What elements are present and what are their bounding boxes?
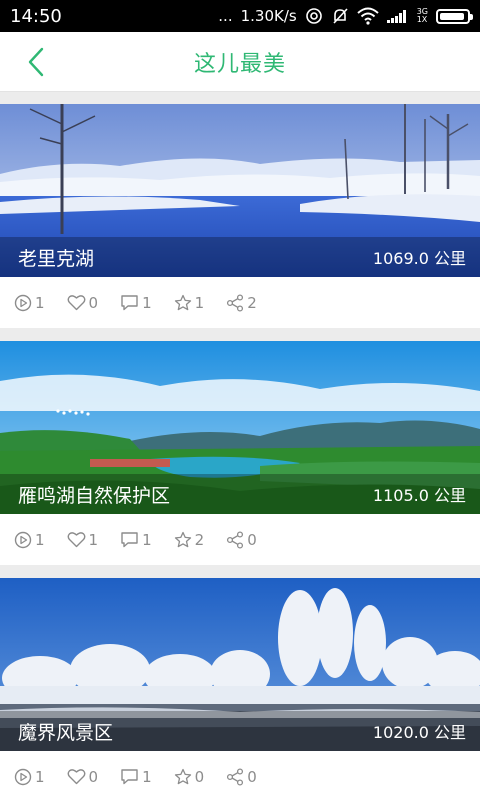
wifi-icon bbox=[357, 7, 379, 25]
status-time: 14:50 bbox=[10, 5, 62, 27]
status-indicators: ... 1.30K/s 3G 1X bbox=[218, 7, 473, 25]
star-icon bbox=[174, 768, 191, 784]
share-icon bbox=[227, 530, 244, 549]
play-count-value: 1 bbox=[35, 530, 45, 549]
comment-bubble-icon bbox=[121, 532, 138, 548]
share-count-value: 2 bbox=[247, 293, 257, 312]
signal-icon bbox=[386, 8, 409, 24]
like-count-value: 1 bbox=[88, 530, 99, 549]
share-icon bbox=[227, 767, 244, 786]
favorite-count-value: 0 bbox=[194, 767, 205, 786]
network-type: 3G 1X bbox=[416, 7, 428, 24]
favorite-count[interactable]: 1 bbox=[174, 293, 205, 312]
heart-icon bbox=[67, 532, 85, 548]
favorite-count-value: 1 bbox=[194, 293, 205, 312]
share-count-value: 0 bbox=[247, 767, 257, 786]
heart-icon bbox=[67, 769, 85, 785]
comment-bubble-icon bbox=[121, 295, 138, 311]
like-count-value: 0 bbox=[88, 767, 99, 786]
share-icon bbox=[227, 293, 244, 312]
comment-count-value: 1 bbox=[142, 293, 152, 312]
comment-count-value: 1 bbox=[142, 530, 152, 549]
scenic-photo[interactable]: 魔界风景区 1020.0 公里 bbox=[0, 578, 480, 751]
network-speed: 1.30K/s bbox=[240, 7, 297, 25]
scenic-distance: 1069.0 公里 bbox=[372, 249, 466, 268]
scenic-card[interactable]: 雁鸣湖自然保护区 1105.0 公里 1 1 1 2 0 bbox=[0, 341, 480, 565]
scenic-name: 老里克湖 bbox=[18, 247, 95, 270]
comment-count-value: 1 bbox=[142, 767, 152, 786]
stats-bar: 1 1 1 2 0 bbox=[0, 514, 480, 565]
battery-icon bbox=[436, 8, 473, 24]
share-count[interactable]: 0 bbox=[226, 531, 257, 549]
app-header: 这儿最美 bbox=[0, 32, 480, 92]
play-count-value: 1 bbox=[35, 293, 45, 312]
heart-icon bbox=[67, 295, 85, 311]
play-count-value: 1 bbox=[35, 767, 45, 786]
photo-caption: 老里克湖 1069.0 公里 bbox=[0, 237, 480, 277]
comment-bubble-icon bbox=[121, 769, 138, 785]
share-count-value: 0 bbox=[247, 530, 257, 549]
scenic-distance: 1105.0 公里 bbox=[372, 486, 466, 505]
comment-count[interactable]: 1 bbox=[120, 294, 152, 312]
page-title: 这儿最美 bbox=[193, 51, 286, 77]
favorite-count-value: 2 bbox=[194, 530, 205, 549]
photo-caption: 魔界风景区 1020.0 公里 bbox=[0, 711, 480, 751]
share-count[interactable]: 2 bbox=[226, 294, 257, 312]
like-count[interactable]: 0 bbox=[67, 767, 99, 786]
like-count[interactable]: 0 bbox=[67, 293, 99, 312]
back-button[interactable] bbox=[18, 44, 54, 80]
scenic-photo[interactable]: 雁鸣湖自然保护区 1105.0 公里 bbox=[0, 341, 480, 514]
mute-bell-icon bbox=[331, 7, 349, 25]
stats-bar: 1 0 1 0 0 bbox=[0, 751, 480, 800]
scenic-list: 老里克湖 1069.0 公里 1 0 1 1 2 雁鸣湖自然保护区 1105.0… bbox=[0, 104, 480, 800]
scenic-name: 雁鸣湖自然保护区 bbox=[18, 484, 171, 507]
play-circle-icon bbox=[14, 294, 32, 311]
play-count[interactable]: 1 bbox=[14, 768, 45, 786]
star-icon bbox=[174, 294, 191, 310]
like-count[interactable]: 1 bbox=[67, 530, 99, 549]
favorite-count[interactable]: 2 bbox=[174, 530, 205, 549]
status-bar: 14:50 ... 1.30K/s 3G 1X bbox=[0, 0, 480, 32]
scenic-distance: 1020.0 公里 bbox=[372, 723, 466, 742]
like-count-value: 0 bbox=[88, 293, 99, 312]
status-dots: ... bbox=[218, 7, 233, 25]
favorite-count[interactable]: 0 bbox=[174, 767, 205, 786]
star-icon bbox=[174, 531, 191, 547]
comment-count[interactable]: 1 bbox=[120, 768, 152, 786]
play-circle-icon bbox=[14, 768, 32, 785]
scenic-name: 魔界风景区 bbox=[18, 721, 114, 744]
chevron-left-icon bbox=[28, 47, 44, 77]
stats-bar: 1 0 1 1 2 bbox=[0, 277, 480, 328]
photo-caption: 雁鸣湖自然保护区 1105.0 公里 bbox=[0, 474, 480, 514]
comment-count[interactable]: 1 bbox=[120, 531, 152, 549]
share-count[interactable]: 0 bbox=[226, 768, 257, 786]
scenic-card[interactable]: 魔界风景区 1020.0 公里 1 0 1 0 0 bbox=[0, 578, 480, 800]
play-count[interactable]: 1 bbox=[14, 531, 45, 549]
play-circle-icon bbox=[14, 531, 32, 548]
hotspot-icon bbox=[305, 7, 323, 25]
play-count[interactable]: 1 bbox=[14, 294, 45, 312]
scenic-photo[interactable]: 老里克湖 1069.0 公里 bbox=[0, 104, 480, 277]
scenic-card[interactable]: 老里克湖 1069.0 公里 1 0 1 1 2 bbox=[0, 104, 480, 328]
